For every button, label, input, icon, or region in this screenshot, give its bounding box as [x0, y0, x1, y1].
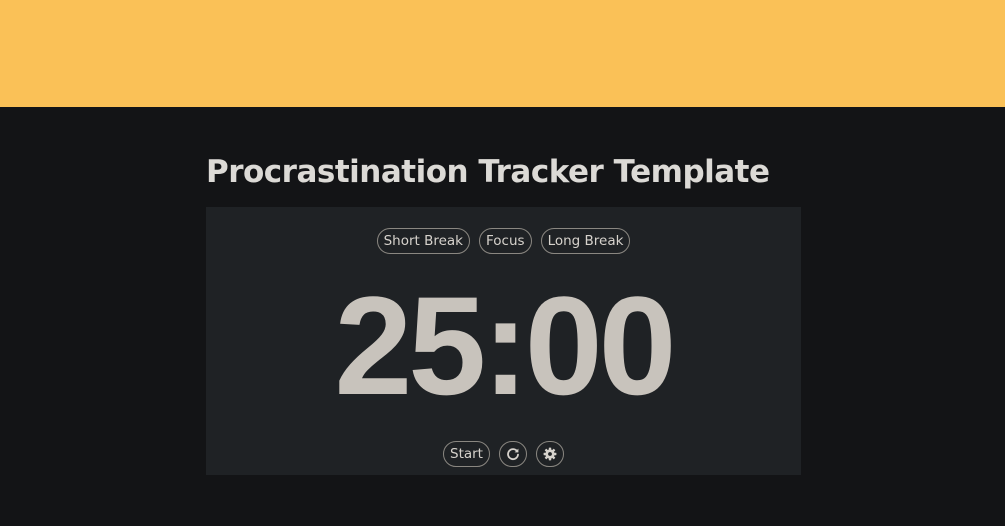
pomodoro-timer-widget: Short Break Focus Long Break 25:00 Start: [206, 207, 801, 475]
focus-button[interactable]: Focus: [479, 228, 532, 254]
timer-controls: Start: [206, 441, 801, 467]
page-title: Procrastination Tracker Template: [206, 154, 770, 190]
timer-mode-tabs: Short Break Focus Long Break: [206, 228, 801, 254]
long-break-button[interactable]: Long Break: [540, 228, 631, 254]
settings-button[interactable]: [535, 441, 564, 467]
reset-button[interactable]: [498, 441, 527, 467]
short-break-button[interactable]: Short Break: [376, 228, 470, 254]
gear-icon: [543, 447, 557, 461]
start-button[interactable]: Start: [443, 441, 490, 467]
reset-icon: [506, 447, 520, 461]
timer-display: 25:00: [334, 267, 676, 424]
cover-banner: [0, 0, 1005, 107]
